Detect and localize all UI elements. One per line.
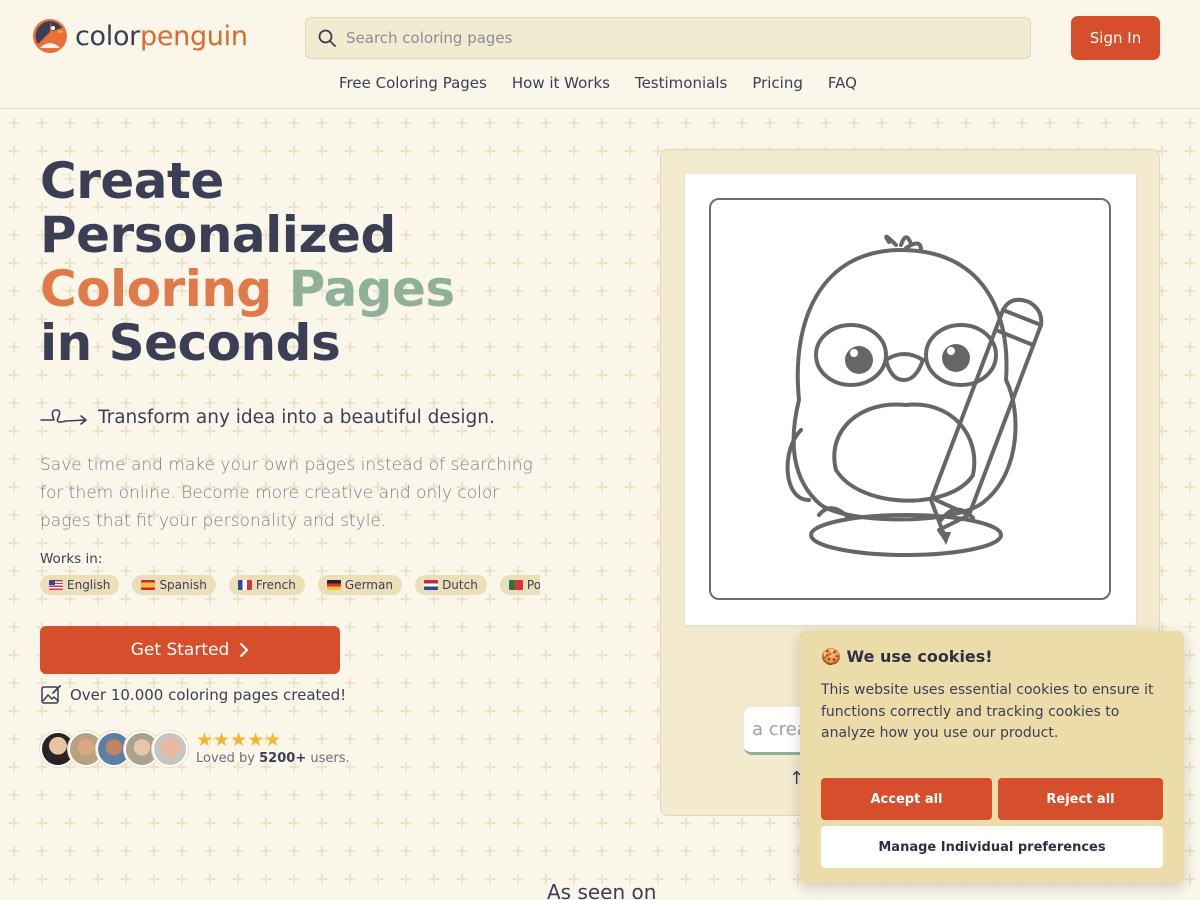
get-started-label: Get Started <box>130 640 230 660</box>
fr-flag-icon <box>237 580 252 590</box>
es-flag-icon <box>141 580 156 590</box>
de-flag-icon <box>326 580 341 590</box>
logo-text: colorpenguin <box>75 21 248 52</box>
logo-text-part2: penguin <box>140 20 248 52</box>
main-nav: Free Coloring Pages How it Works Testimo… <box>339 74 882 92</box>
image-edit-icon <box>41 685 61 704</box>
get-started-button[interactable]: Get Started <box>40 626 340 674</box>
hero-title-line2: Personalized <box>40 206 396 264</box>
squiggle-arrow-icon <box>40 409 87 425</box>
language-chip-portuguese: Por <box>499 575 540 595</box>
as-seen-on-heading: As seen on <box>547 880 657 900</box>
manage-preferences-button[interactable]: Manage Individual preferences <box>821 826 1163 868</box>
sign-in-button[interactable]: Sign In <box>1071 16 1160 60</box>
user-avatars <box>40 731 188 767</box>
language-label: Por <box>526 578 540 592</box>
language-chip-french: French <box>228 575 305 595</box>
user-rating: ★★★★★ Loved by 5200+ users. <box>196 729 350 767</box>
hero-title-pages: Pages <box>288 260 456 318</box>
search-bar[interactable] <box>305 17 1031 59</box>
nav-testimonials[interactable]: Testimonials <box>635 74 727 92</box>
language-label: French <box>255 578 296 592</box>
accept-all-button[interactable]: Accept all <box>821 778 992 820</box>
pages-created-stat: Over 10.000 coloring pages created! <box>40 684 346 706</box>
loved-by-text: Loved by 5200+ users. <box>196 751 350 766</box>
nav-how-it-works[interactable]: How it Works <box>512 74 610 92</box>
language-label: German <box>344 578 393 592</box>
tagline: Transform any idea into a beautiful desi… <box>40 406 495 428</box>
nav-pricing[interactable]: Pricing <box>752 74 803 92</box>
penguin-logo-icon <box>33 19 67 53</box>
cookie-icon: 🍪 <box>821 647 841 666</box>
loved-prefix: Loved by <box>196 751 255 766</box>
penguin-with-pencil-illustration <box>785 234 1044 557</box>
language-label: English <box>67 578 111 592</box>
pages-created-text: Over 10.000 coloring pages created! <box>70 686 347 704</box>
language-chip-german: German <box>317 575 402 595</box>
site-header: colorpenguin Sign In Free Coloring Pages… <box>0 0 1200 109</box>
search-input[interactable] <box>346 29 986 47</box>
language-label: Spanish <box>159 578 207 592</box>
user-count: 5200+ <box>259 751 307 766</box>
language-list: English Spanish French German Dutch Por <box>40 574 540 596</box>
coloring-page-frame <box>709 198 1111 600</box>
tagline-text: Transform any idea into a beautiful desi… <box>98 406 495 428</box>
nav-free-coloring-pages[interactable]: Free Coloring Pages <box>339 74 487 92</box>
hero-title-line3: Coloring Pages <box>40 262 455 316</box>
us-flag-icon <box>49 580 63 590</box>
cookie-banner: 🍪 We use cookies! This website uses esse… <box>800 631 1184 883</box>
hero-title-coloring: Coloring <box>40 260 272 318</box>
logo[interactable]: colorpenguin <box>32 18 248 54</box>
hero-title-line1: Create <box>40 152 224 210</box>
works-in-label: Works in: <box>40 551 103 567</box>
language-label: Dutch <box>442 578 478 592</box>
language-chip-dutch: Dutch <box>415 575 487 595</box>
preview-canvas <box>685 174 1136 625</box>
star-rating-icon: ★★★★★ <box>196 729 282 751</box>
language-chip-spanish: Spanish <box>132 575 216 595</box>
pt-flag-icon <box>508 580 523 590</box>
cookie-title: 🍪 We use cookies! <box>821 647 1163 666</box>
cookie-body: This website uses essential cookies to e… <box>821 682 1154 741</box>
nav-faq[interactable]: FAQ <box>828 74 857 92</box>
chevron-right-icon <box>240 643 249 657</box>
search-icon <box>318 29 336 47</box>
nl-flag-icon <box>424 580 439 590</box>
reject-all-button[interactable]: Reject all <box>998 778 1163 820</box>
cookie-title-text: We use cookies! <box>846 647 993 666</box>
loved-suffix: users. <box>310 751 350 766</box>
logo-text-part1: color <box>75 20 140 52</box>
hero-title: Create Personalized Coloring Pages in Se… <box>40 154 455 370</box>
hero-title-line4: in Seconds <box>40 314 341 372</box>
avatar <box>152 731 188 767</box>
language-chip-english: English <box>40 575 120 595</box>
hero-description: Save time and make your own pages instea… <box>40 455 533 531</box>
